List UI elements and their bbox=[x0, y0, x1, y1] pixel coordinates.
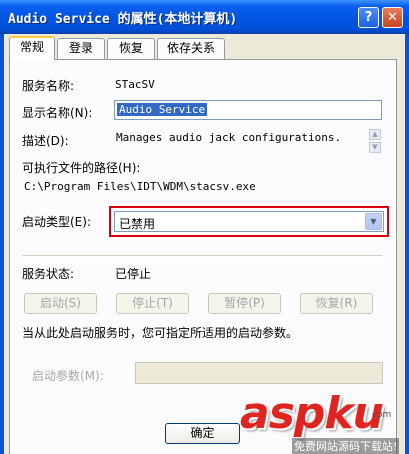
service-name-label: 服务名称: bbox=[22, 79, 75, 93]
watermark: aspku com 免费网站源码下载站! bbox=[232, 388, 408, 454]
description-label: 描述(D): bbox=[22, 134, 69, 148]
service-name-value: STacSV bbox=[115, 78, 155, 91]
tab-recovery[interactable]: 恢复 bbox=[107, 38, 155, 59]
tab-dependencies[interactable]: 依存关系 bbox=[157, 38, 225, 59]
exe-path-label: 可执行文件的路径(H): bbox=[22, 161, 141, 175]
exe-path-box: C:\Program Files\IDT\WDM\stacsv.exe bbox=[22, 176, 382, 196]
tab-general[interactable]: 常规 bbox=[9, 36, 55, 60]
start-params-input[interactable] bbox=[135, 362, 383, 384]
display-name-value: Audio Service bbox=[117, 103, 208, 116]
watermark-brand: aspku bbox=[240, 388, 384, 439]
tab-logon[interactable]: 登录 bbox=[57, 38, 105, 59]
startup-type-select[interactable]: 已禁用 ▼ bbox=[114, 211, 384, 232]
display-name-input[interactable]: Audio Service bbox=[114, 100, 382, 120]
startup-type-value: 已禁用 bbox=[119, 217, 156, 231]
chevron-down-icon[interactable]: ▼ bbox=[365, 213, 382, 230]
start-params-label: 启动参数(M): bbox=[32, 369, 104, 383]
pause-button[interactable]: 暂停(P) bbox=[208, 293, 281, 314]
resume-button[interactable]: 恢复(R) bbox=[300, 293, 373, 314]
stop-button[interactable]: 停止(T) bbox=[116, 293, 189, 314]
description-value: Manages audio jack configurations. bbox=[116, 131, 342, 144]
start-params-hint: 当从此处启动服务时，您可指定所适用的启动参数。 bbox=[22, 326, 299, 340]
exe-path-value: C:\Program Files\IDT\WDM\stacsv.exe bbox=[24, 180, 256, 193]
startup-type-label: 启动类型(E): bbox=[22, 215, 91, 229]
service-status-label: 服务状态: bbox=[22, 267, 75, 281]
scroll-up-icon[interactable]: ▲ bbox=[369, 129, 381, 140]
watermark-subtitle: 免费网站源码下载站! bbox=[292, 438, 400, 454]
properties-window: Audio Service 的属性(本地计算机) ? ✕ 常规 登录 恢复 依存… bbox=[0, 0, 409, 454]
ok-button[interactable]: 确定 bbox=[165, 423, 240, 444]
help-button[interactable]: ? bbox=[358, 7, 379, 28]
start-button[interactable]: 启动(S) bbox=[24, 293, 97, 314]
display-name-label: 显示名称(N): bbox=[22, 106, 93, 120]
service-status-value: 已停止 bbox=[115, 267, 152, 281]
description-box: Manages audio jack configurations. ▲ ▼ bbox=[114, 129, 382, 155]
window-title: Audio Service 的属性(本地计算机) bbox=[8, 12, 238, 27]
scroll-down-icon[interactable]: ▼ bbox=[369, 142, 381, 153]
divider bbox=[22, 255, 382, 257]
title-bar[interactable]: Audio Service 的属性(本地计算机) ? ✕ bbox=[0, 0, 409, 34]
watermark-suffix: com bbox=[372, 410, 392, 420]
close-button[interactable]: ✕ bbox=[382, 7, 403, 28]
